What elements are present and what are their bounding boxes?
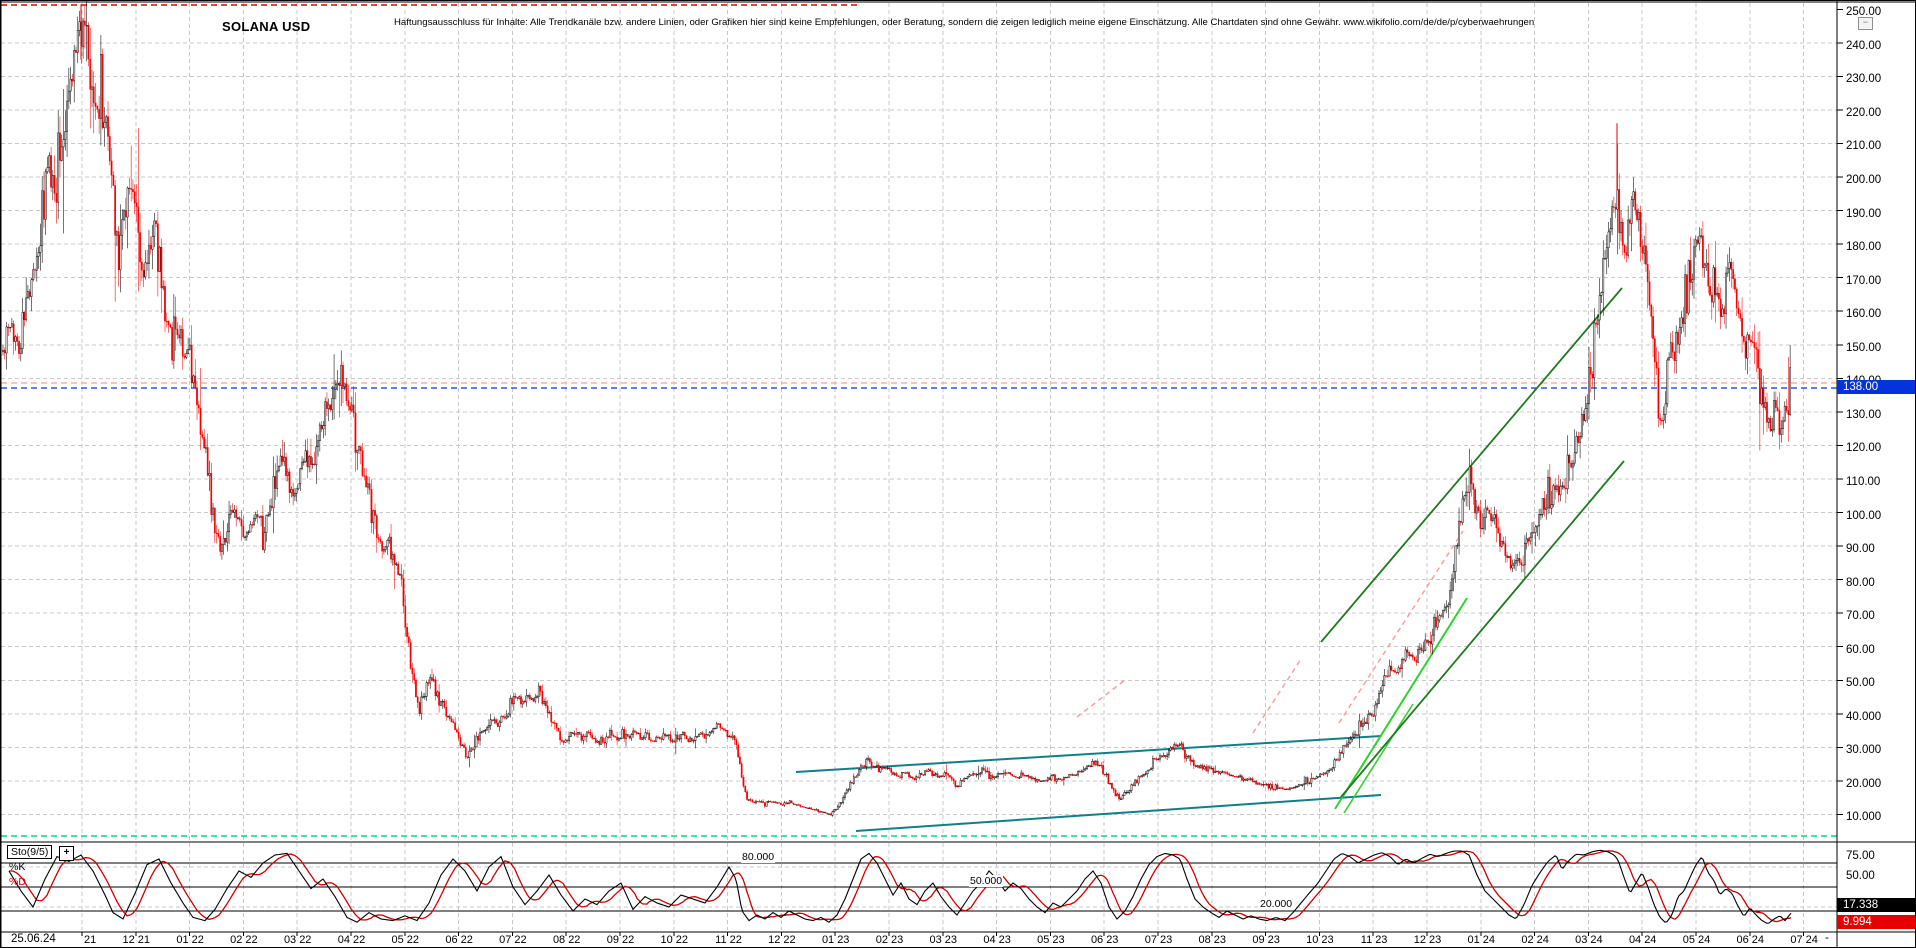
x-tick-label: 03 22 — [283, 934, 312, 946]
x-tick-label: 02 24 — [1521, 934, 1549, 946]
x-tick-label: 04 24 — [1628, 934, 1657, 946]
disclaimer-text: Haftungsausschluss für Inhalte: Alle Tre… — [394, 17, 1535, 28]
x-tick-label: 05 23 — [1037, 934, 1065, 946]
x-tick-label: 06 23 — [1090, 934, 1119, 946]
d-value-badge: 9.994 — [1837, 915, 1915, 929]
price-tick-label: 80.00 — [1846, 576, 1875, 589]
grid-layer — [1, 3, 1837, 930]
sto-level-inline-label: 20.000 — [1259, 898, 1294, 910]
chart-window: SOLANA USD Haftungsausschluss für Inhalt… — [0, 0, 1916, 948]
price-tick-label: 110.00 — [1846, 475, 1881, 488]
date-stamp: 25.06.24 — [11, 933, 56, 945]
candle-bodies-up — [2, 20, 1792, 816]
price-tick-label: 190.00 — [1846, 207, 1882, 220]
price-tick-label: 250.00 — [1846, 6, 1882, 19]
sto-level-inline-label: 50.000 — [969, 875, 1004, 887]
x-tick-label: 03 24 — [1575, 934, 1603, 946]
x-tick-label: 12 23 — [1413, 934, 1442, 946]
sto-right-tick-label: 50.00 — [1846, 870, 1875, 882]
x-tick-label: 12 22 — [768, 934, 796, 946]
price-tick-label: 70.00 — [1846, 610, 1875, 623]
price-tick-label: 200.00 — [1846, 174, 1882, 186]
candle-bodies-down — [3, 20, 1790, 816]
price-tick-label: 180.00 — [1846, 241, 1882, 254]
x-tick-label: 09 23 — [1252, 934, 1280, 946]
price-tick-label: 50.00 — [1846, 677, 1875, 690]
price-tick-label: 160.00 — [1846, 308, 1882, 321]
axis-end-dash: - — [1825, 932, 1829, 944]
candle-wicks-up — [2, 1, 1791, 817]
x-tick-label: 11 22 — [715, 934, 742, 946]
price-tick-label: 240.00 — [1846, 39, 1882, 52]
chart-title: SOLANA USD — [222, 19, 311, 34]
candle-wicks-down — [4, 4, 1789, 816]
x-tick-label: 10 22 — [660, 934, 689, 946]
price-tick-label: 120.00 — [1846, 442, 1882, 455]
price-tick-label: 220.00 — [1846, 106, 1882, 119]
price-tick-label: 30.000 — [1846, 744, 1882, 757]
x-tick-label: 01 23 — [821, 934, 850, 946]
x-tick-label: 01 24 — [1467, 934, 1496, 946]
price-tick-label: 130.00 — [1846, 408, 1882, 421]
price-tick-label: 40.000 — [1846, 710, 1882, 723]
price-tick-label: 210.00 — [1846, 140, 1882, 153]
price-tick-label: 170.00 — [1846, 274, 1882, 287]
x-tick-label: 05 24 — [1682, 934, 1711, 946]
x-tick-label: 10 23 — [1306, 934, 1334, 946]
x-tick-label: 11 23 — [1360, 934, 1388, 946]
x-tick-label: 21 — [84, 934, 97, 946]
price-tick-label: 90.00 — [1846, 543, 1875, 556]
price-tick-label: 230.00 — [1846, 73, 1882, 86]
sto-level-inline-label: 80.000 — [741, 851, 776, 863]
x-tick-label: 08 23 — [1198, 934, 1227, 946]
x-tick-label: 04 23 — [983, 934, 1011, 946]
x-tick-label: 04 22 — [337, 934, 366, 946]
x-tick-label: 07 23 — [1144, 934, 1173, 946]
reference-lines — [1, 4, 1837, 837]
k-legend: %K — [9, 861, 26, 873]
indicator-label-button[interactable]: Sto(9/5) — [7, 845, 53, 859]
x-tick-label: 12 21 — [122, 934, 151, 946]
add-indicator-button[interactable]: + — [59, 846, 74, 861]
price-tick-label: 10.000 — [1846, 811, 1882, 824]
x-tick-label: 08 22 — [552, 934, 581, 946]
price-tick-label: 20.000 — [1846, 777, 1882, 790]
price-tick-label: 60.00 — [1846, 643, 1875, 656]
collapse-pane-icon[interactable]: − — [1858, 17, 1873, 30]
x-tick-label: 09 22 — [606, 934, 635, 946]
sto-level-lines — [1, 862, 1837, 912]
k-value-badge: 17.338 — [1837, 898, 1915, 912]
x-tick-label: 07 22 — [499, 934, 527, 946]
x-tick-label: 06 22 — [445, 934, 473, 946]
x-tick-label: 06 24 — [1736, 934, 1765, 946]
price-tick-label: 100.00 — [1846, 509, 1882, 522]
x-tick-label: 05 22 — [391, 934, 420, 946]
d-legend: %D — [9, 876, 26, 888]
x-tick-label: 03 23 — [929, 934, 958, 946]
special-wicks — [80, 4, 1618, 191]
x-tick-label: 01 22 — [176, 934, 204, 946]
x-tick-label: 02 22 — [230, 934, 258, 946]
current-price-badge: 138.00 — [1837, 380, 1915, 394]
trend-lines — [795, 287, 1625, 832]
candlestick-chart-canvas — [1, 1, 1915, 947]
price-tick-label: 150.00 — [1846, 341, 1882, 354]
sto-right-tick-label: 75.00 — [1846, 850, 1875, 862]
x-tick-label: 02 23 — [875, 934, 904, 946]
